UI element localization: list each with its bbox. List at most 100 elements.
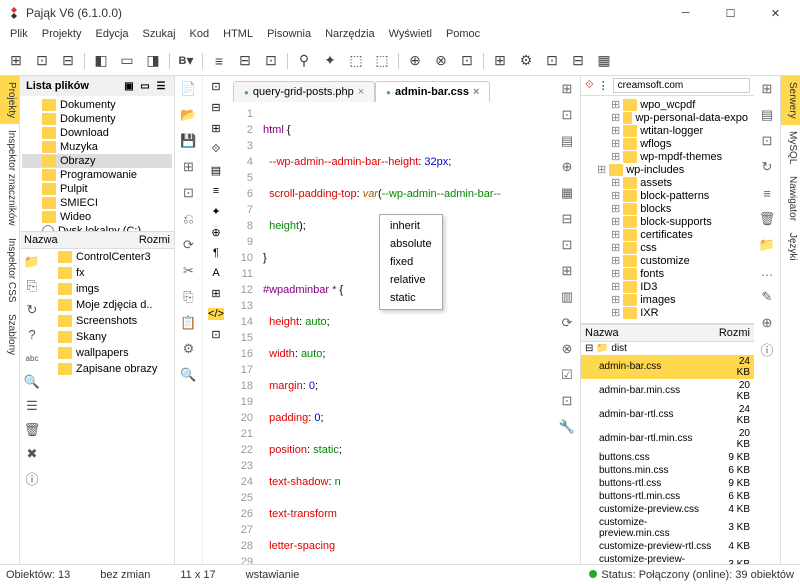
menu-kod[interactable]: Kod (184, 26, 216, 46)
col-name[interactable]: Nazwa (585, 327, 719, 339)
tree-item[interactable]: Obrazy (22, 154, 172, 168)
popup-item[interactable]: inherit (382, 217, 440, 235)
open-icon[interactable]: 📂 (180, 106, 198, 124)
tool-icon[interactable]: ⊡ (259, 49, 283, 73)
popup-item[interactable]: relative (382, 271, 440, 289)
icon[interactable]: … (758, 262, 776, 280)
search-icon[interactable]: 🔍 (23, 373, 41, 391)
remote-file-row[interactable]: buttons-rtl.css9 KB (581, 477, 754, 490)
panel-icon[interactable]: ☰ (154, 79, 168, 93)
remote-tree-item[interactable]: ⊞IXR (583, 306, 752, 319)
popup-item[interactable]: fixed (382, 253, 440, 271)
icon[interactable]: ⎌ (180, 210, 198, 228)
remote-tree-item[interactable]: ⊞images (583, 293, 752, 306)
list-icon[interactable]: ☰ (23, 397, 41, 415)
abc-icon[interactable]: abc (23, 349, 41, 367)
remote-tree-item[interactable]: ⊞css (583, 241, 752, 254)
tool-icon[interactable]: ◧ (89, 49, 113, 73)
editor-tab[interactable]: ●admin-bar.css× (375, 81, 490, 102)
remote-tree-item[interactable]: ⊞ID3 (583, 280, 752, 293)
remote-file-row[interactable]: admin-bar.min.css20 KB (581, 379, 754, 403)
icon[interactable]: ⎘ (180, 288, 198, 306)
server-select[interactable]: creamsoft.com (613, 78, 750, 93)
righttab-Nawigator[interactable]: Nawigator (781, 170, 800, 227)
remote-file-row[interactable]: admin-bar-rtl.min.css20 KB (581, 427, 754, 451)
popup-item[interactable]: absolute (382, 235, 440, 253)
remote-file-row[interactable]: admin-bar-rtl.css24 KB (581, 403, 754, 427)
remote-file-row[interactable]: customize-preview-rtl.min.c3 KB (581, 553, 754, 565)
icon[interactable]: ⊡ (758, 132, 776, 150)
icon[interactable]: ⊞ (558, 262, 576, 280)
lefttab-Inspektor CSS[interactable]: Inspektor CSS (0, 232, 19, 308)
icon[interactable]: ⟳ (558, 314, 576, 332)
remote-tree-item[interactable]: ⊞wp-includes (583, 163, 752, 176)
saveall-icon[interactable]: ⊞ (180, 158, 198, 176)
icon[interactable]: ⊕ (758, 314, 776, 332)
delete-icon[interactable]: 🗑 (23, 421, 41, 439)
icon[interactable]: ¶ (213, 247, 219, 259)
tool-icon[interactable]: ⊟ (233, 49, 257, 73)
bold-icon[interactable]: B ▾ (174, 49, 198, 73)
menu-projekty[interactable]: Projekty (36, 26, 88, 46)
file-item[interactable]: ControlCenter3 (44, 249, 174, 265)
tool-icon[interactable]: ◨ (141, 49, 165, 73)
tool-icon[interactable]: ⊟ (56, 49, 80, 73)
panel-icon[interactable]: ▭ (138, 79, 152, 93)
icon[interactable]: ⓘ (758, 340, 776, 358)
icon[interactable]: ▤ (211, 164, 221, 177)
icon[interactable]: ⊗ (558, 340, 576, 358)
icon[interactable]: ⊡ (558, 392, 576, 410)
tool-icon[interactable]: ≡ (207, 49, 231, 73)
new-icon[interactable]: 📄 (180, 80, 198, 98)
menu-edycja[interactable]: Edycja (89, 26, 134, 46)
close-button[interactable]: ✕ (753, 0, 798, 26)
copy-icon[interactable]: ⎘ (23, 277, 41, 295)
icon[interactable]: ⊡ (180, 184, 198, 202)
icon[interactable]: 📁 (758, 236, 776, 254)
icon[interactable]: ⊞ (211, 287, 220, 300)
remote-tree-item[interactable]: ⊞certificates (583, 228, 752, 241)
col-name[interactable]: Nazwa (24, 234, 139, 246)
righttab-MySQL[interactable]: MySQL (781, 125, 800, 170)
remote-tree-item[interactable]: ⊞wp-personal-data-expo (583, 111, 752, 124)
icon[interactable]: ⊡ (558, 106, 576, 124)
file-item[interactable]: Moje zdjęcia d.. (44, 297, 174, 313)
save-icon[interactable]: 💾 (180, 132, 198, 150)
menu-szukaj[interactable]: Szukaj (137, 26, 182, 46)
remote-tree-item[interactable]: ⊞wflogs (583, 137, 752, 150)
righttab-Serwery[interactable]: Serwery (781, 76, 800, 125)
maximize-button[interactable]: ☐ (708, 0, 753, 26)
remote-file-row[interactable]: buttons.css9 KB (581, 451, 754, 464)
icon[interactable]: ✦ (211, 205, 220, 218)
refresh-icon[interactable]: ↻ (23, 301, 41, 319)
code-editor[interactable]: html { --wp-admin--admin-bar--height: 32… (259, 102, 554, 564)
tree-item[interactable]: Download (22, 126, 172, 140)
remote-file-row[interactable]: admin-bar.css24 KB (581, 355, 754, 379)
icon[interactable]: ▥ (558, 288, 576, 306)
icon[interactable]: ✎ (758, 288, 776, 306)
col-size[interactable]: Rozmi (719, 327, 750, 339)
remote-file-row[interactable]: buttons-rtl.min.css6 KB (581, 490, 754, 503)
remote-tree-item[interactable]: ⊞wpo_wcpdf (583, 98, 752, 111)
cross-icon[interactable]: ✖ (23, 445, 41, 463)
tool-icon[interactable]: ⬚ (370, 49, 394, 73)
icon[interactable]: ⟐ (212, 143, 221, 156)
menu-pomoc[interactable]: Pomoc (440, 26, 486, 46)
tool-icon[interactable]: ⊞ (4, 49, 28, 73)
icon[interactable]: 🗑 (758, 210, 776, 228)
menu-plik[interactable]: Plik (4, 26, 34, 46)
new-folder-icon[interactable]: 📁 (23, 253, 41, 271)
tree-item[interactable]: Dysk lokalny (C:) (22, 224, 172, 231)
file-item[interactable]: imgs (44, 281, 174, 297)
righttab-Języki[interactable]: Języki (781, 227, 800, 267)
lefttab-Szablony[interactable]: Szablony (0, 308, 19, 361)
file-item[interactable]: fx (44, 265, 174, 281)
col-size[interactable]: Rozmi (139, 234, 170, 246)
popup-item[interactable]: static (382, 289, 440, 307)
icon[interactable]: ▤ (558, 132, 576, 150)
autocomplete-popup[interactable]: inheritabsolutefixedrelativestatic (379, 214, 443, 310)
menu-wyświetl[interactable]: Wyświetl (383, 26, 438, 46)
remote-file-row[interactable]: customize-preview.css4 KB (581, 503, 754, 516)
minimize-button[interactable]: ─ (663, 0, 708, 26)
editor-tab[interactable]: ●query-grid-posts.php× (233, 81, 375, 102)
